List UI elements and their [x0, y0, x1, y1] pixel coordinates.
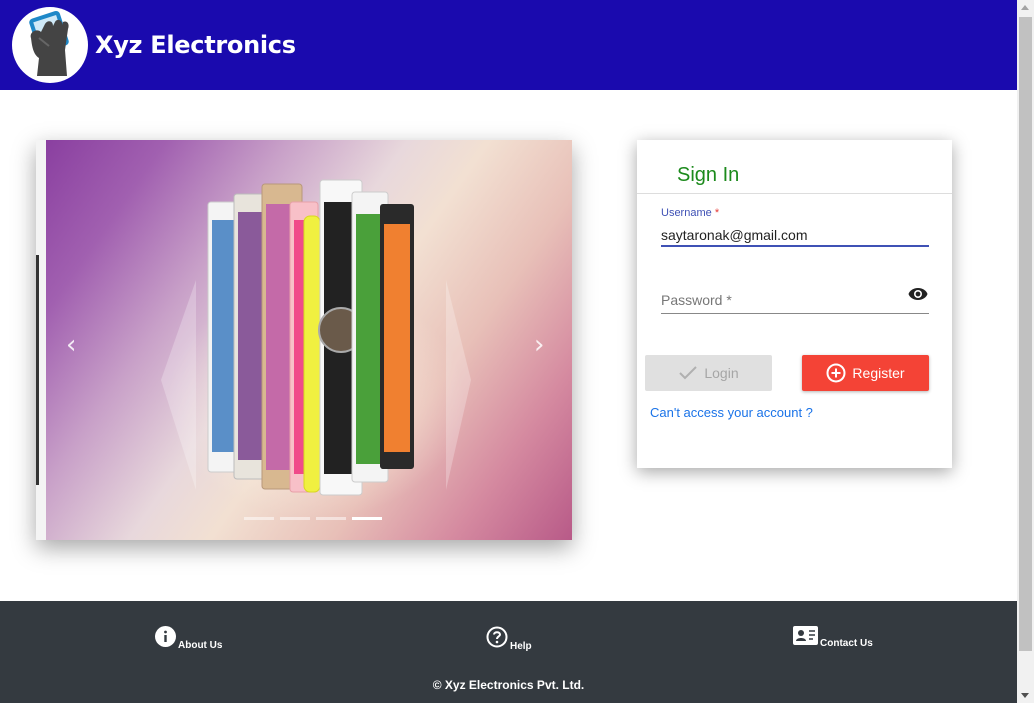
info-icon — [155, 626, 176, 647]
footer-contact-link[interactable]: Contact Us — [793, 626, 873, 649]
footer-about-link[interactable]: About Us — [155, 626, 222, 651]
app-header: Xyz Electronics — [0, 0, 1017, 90]
app-footer: About Us Help Contact Us © Xyz Electroni… — [0, 601, 1017, 703]
register-button[interactable]: Register — [802, 355, 929, 391]
username-input[interactable] — [661, 224, 929, 246]
carousel-indicator-2[interactable] — [280, 517, 310, 520]
phones-image — [161, 179, 471, 496]
carousel-next-button[interactable]: › — [534, 330, 544, 360]
phone-in-hand-icon — [29, 10, 69, 76]
check-icon — [679, 366, 698, 380]
carousel-indicators — [244, 517, 382, 520]
register-label: Register — [852, 365, 905, 381]
chevron-right-icon: › — [534, 330, 545, 360]
scroll-up-arrow-icon[interactable] — [1021, 5, 1029, 10]
page: Xyz Electronics ‹ › Sign In Username * s… — [0, 0, 1034, 703]
footer-about-label: About Us — [178, 640, 223, 651]
forgot-account-link[interactable]: Can't access your account ? — [650, 405, 813, 420]
signin-card: Sign In Username * Password * Login Regi… — [637, 140, 952, 468]
password-underline — [661, 313, 929, 314]
login-button[interactable]: Login — [645, 355, 772, 391]
product-carousel: ‹ › — [36, 140, 572, 540]
contact-card-icon — [793, 626, 818, 645]
password-input[interactable]: Password * — [661, 292, 732, 308]
brand-logo[interactable] — [12, 7, 88, 83]
login-label: Login — [704, 365, 739, 381]
scroll-down-arrow-icon[interactable] — [1021, 693, 1029, 698]
signin-title: Sign In — [677, 164, 740, 186]
footer-contact-label: Contact Us — [820, 638, 873, 649]
scroll-thumb[interactable] — [1019, 17, 1032, 651]
carousel-indicator-4[interactable] — [352, 517, 382, 520]
copyright-text: © Xyz Electronics Pvt. Ltd. — [432, 678, 585, 692]
help-icon — [486, 626, 508, 648]
card-divider — [637, 193, 952, 194]
username-label-text: Username — [661, 207, 712, 219]
carousel-slide: ‹ › — [46, 140, 572, 540]
username-underline — [661, 245, 929, 247]
page-scrollbar[interactable] — [1017, 0, 1034, 703]
carousel-indicator-1[interactable] — [244, 517, 274, 520]
add-circle-icon — [826, 363, 846, 383]
chevron-left-icon: ‹ — [66, 330, 77, 360]
brand-name: Xyz Electronics — [95, 31, 296, 59]
footer-help-link[interactable]: Help — [486, 626, 532, 652]
required-mark: * — [714, 207, 720, 219]
carousel-prev-button[interactable]: ‹ — [66, 330, 76, 360]
eye-icon[interactable] — [908, 287, 928, 301]
username-label: Username * — [661, 207, 719, 219]
previous-slide-edge-dark — [36, 255, 39, 485]
footer-help-label: Help — [510, 641, 532, 652]
carousel-indicator-3[interactable] — [316, 517, 346, 520]
